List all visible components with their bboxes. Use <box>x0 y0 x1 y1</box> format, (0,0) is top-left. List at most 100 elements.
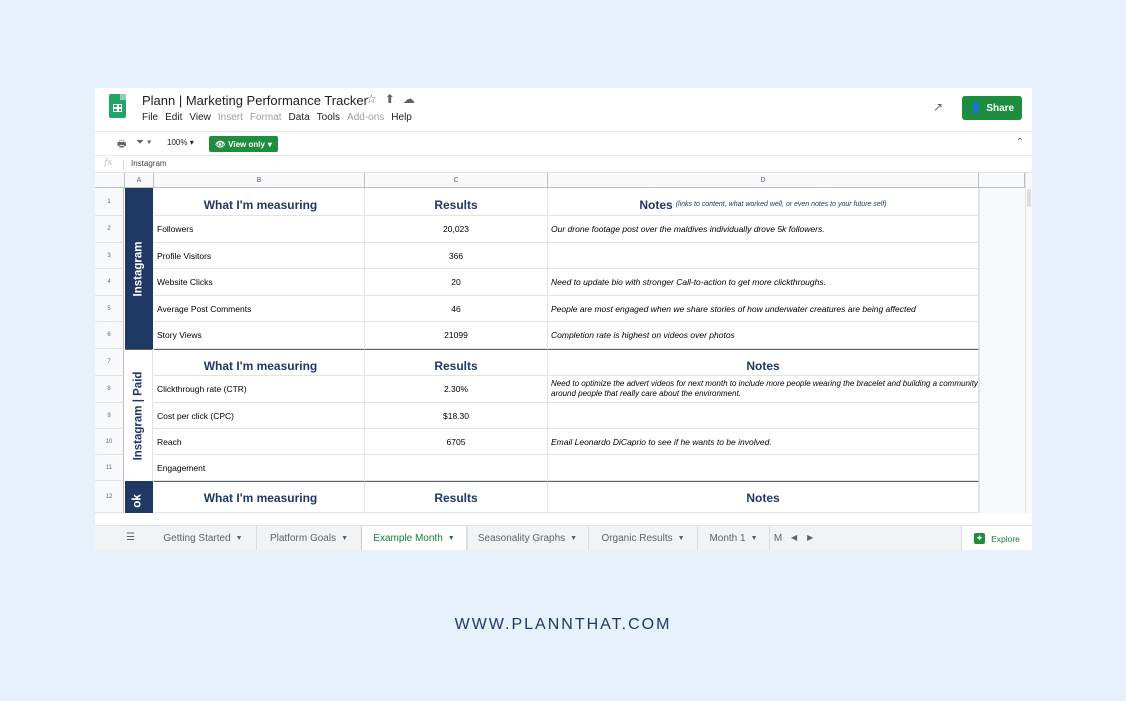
chevron-down-icon: ▼ <box>235 535 243 542</box>
header-measure[interactable]: What I'm measuring <box>154 481 365 513</box>
row-header[interactable]: 2 <box>95 216 124 243</box>
tab-getting-started[interactable]: Getting Started ▼ <box>150 526 257 550</box>
toolbar: 🖶 ⏷ ▾ 100% ▾ 👁 View only ▾ ⌃ <box>95 131 1032 156</box>
row-header[interactable]: 8 <box>95 376 124 403</box>
collapse-menus-icon[interactable]: ⌃ <box>1016 137 1024 148</box>
title-bar: Plann | Marketing Performance Tracker ☆ … <box>95 88 1032 130</box>
row-header[interactable]: 6 <box>95 322 124 349</box>
tab-seasonality-graphs[interactable]: Seasonality Graphs ▼ <box>467 526 589 550</box>
tab-truncated[interactable]: M <box>770 526 786 550</box>
measure-cell[interactable]: Cost per click (CPC) <box>154 403 365 429</box>
header-measure[interactable]: What I'm measuring <box>154 188 365 216</box>
note-cell[interactable]: People are most engaged when we share st… <box>548 296 979 322</box>
view-only-button[interactable]: 👁 View only ▾ <box>209 136 278 152</box>
all-sheets-icon[interactable]: ☰ <box>126 532 135 543</box>
header-results[interactable]: Results <box>365 349 548 376</box>
formula-input[interactable]: Instagram <box>131 159 167 168</box>
menu-data[interactable]: Data <box>289 112 310 123</box>
menu-tools[interactable]: Tools <box>317 112 340 123</box>
move-icon[interactable]: ⬆ <box>385 92 395 106</box>
result-cell[interactable]: 20,023 <box>365 216 548 243</box>
row-header[interactable]: 7 <box>95 349 124 376</box>
menu-view[interactable]: View <box>189 112 211 123</box>
measure-cell[interactable]: Average Post Comments <box>154 296 365 322</box>
note-cell[interactable] <box>548 403 979 429</box>
measure-cell[interactable]: Engagement <box>154 455 365 481</box>
column-header-d[interactable]: D <box>548 173 979 188</box>
row-header[interactable]: 9 <box>95 403 124 429</box>
filter-icon[interactable]: ⏷ ▾ <box>136 137 152 148</box>
row-header[interactable]: 11 <box>95 455 124 481</box>
result-cell[interactable] <box>365 455 548 481</box>
section-label-instagram[interactable]: Instagram <box>125 188 153 349</box>
note-cell[interactable]: Need to update bio with stronger Call-to… <box>548 269 979 296</box>
print-icon[interactable]: 🖶 <box>117 137 126 154</box>
spreadsheet-window: Plann | Marketing Performance Tracker ☆ … <box>95 88 1032 550</box>
note-cell[interactable]: Need to optimize the advert videos for n… <box>548 376 979 403</box>
section-label-next[interactable]: ok <box>125 481 153 513</box>
column-header-a[interactable]: A <box>125 173 154 188</box>
result-cell[interactable]: 20 <box>365 269 548 296</box>
document-title[interactable]: Plann | Marketing Performance Tracker <box>142 93 368 108</box>
activity-trend-icon[interactable]: ↗ <box>933 100 943 114</box>
view-only-label: View only <box>228 139 265 149</box>
header-notes[interactable]: Notes (links to content, what worked wel… <box>548 188 979 216</box>
measure-cell[interactable]: Profile Visitors <box>154 243 365 269</box>
row-header[interactable]: 4 <box>95 269 124 296</box>
result-cell[interactable]: 46 <box>365 296 548 322</box>
menu-file[interactable]: File <box>142 112 158 123</box>
row-header[interactable]: 10 <box>95 429 124 455</box>
share-label: Share <box>986 102 1015 114</box>
scroll-right-icon[interactable]: ▶ <box>807 533 813 542</box>
select-all-corner[interactable] <box>95 173 125 188</box>
header-results[interactable]: Results <box>365 481 548 513</box>
measure-cell[interactable]: Story Views <box>154 322 365 349</box>
vertical-scrollbar[interactable] <box>1025 173 1032 513</box>
note-cell[interactable]: Our drone footage post over the maldives… <box>548 216 979 243</box>
measure-cell[interactable]: Website Clicks <box>154 269 365 296</box>
column-header-c[interactable]: C <box>365 173 548 188</box>
header-measure[interactable]: What I'm measuring <box>154 349 365 376</box>
scroll-left-icon[interactable]: ◀ <box>791 533 797 542</box>
tab-example-month[interactable]: Example Month ▼ <box>362 526 467 550</box>
tab-platform-goals[interactable]: Platform Goals ▼ <box>257 526 362 550</box>
explore-icon: ✦ <box>974 533 986 544</box>
result-cell[interactable]: 366 <box>365 243 548 269</box>
tab-month-1[interactable]: Month 1 ▼ <box>698 526 770 550</box>
row-header[interactable]: 3 <box>95 243 124 269</box>
zoom-select[interactable]: 100% ▾ <box>167 138 194 147</box>
note-cell[interactable]: Completion rate is highest on videos ove… <box>548 322 979 349</box>
tab-organic-results[interactable]: Organic Results ▼ <box>589 526 698 550</box>
zoom-value: 100% <box>167 138 188 147</box>
measure-cell[interactable]: Clickthrough rate (CTR) <box>154 376 365 403</box>
menu-help[interactable]: Help <box>391 112 412 123</box>
result-cell[interactable]: 21099 <box>365 322 548 349</box>
header-notes[interactable]: Notes <box>548 481 979 513</box>
row-header[interactable]: 5 <box>95 296 124 322</box>
footer-website: WWW.PLANNTHAT.COM <box>454 616 672 633</box>
star-icon[interactable]: ☆ <box>366 92 377 106</box>
measure-cell[interactable]: Followers <box>154 216 365 243</box>
chevron-down-icon: ▼ <box>447 535 455 542</box>
menu-edit[interactable]: Edit <box>165 112 182 123</box>
note-cell[interactable] <box>548 455 979 481</box>
result-cell[interactable]: $18.30 <box>365 403 548 429</box>
row-header[interactable]: 12 <box>95 481 124 513</box>
header-notes[interactable]: Notes <box>548 349 979 376</box>
column-header-b[interactable]: B <box>154 173 365 188</box>
result-cell[interactable]: 2.30% <box>365 376 548 403</box>
header-results[interactable]: Results <box>365 188 548 216</box>
note-cell[interactable]: Email Leonardo DiCaprio to see if he wan… <box>548 429 979 455</box>
result-cell[interactable]: 6705 <box>365 429 548 455</box>
row-header[interactable]: 1 <box>95 188 124 216</box>
menu-add-ons: Add-ons <box>347 112 385 123</box>
cloud-status-icon[interactable]: ☁ <box>403 92 415 106</box>
fx-icon: fx <box>104 158 113 168</box>
note-cell[interactable] <box>548 243 979 269</box>
sheets-logo-icon[interactable] <box>109 94 126 118</box>
measure-cell[interactable]: Reach <box>154 429 365 455</box>
share-button[interactable]: 👤 Share <box>962 96 1022 120</box>
section-label-instagram-paid[interactable]: Instagram | Paid <box>125 349 153 481</box>
scrollbar-thumb[interactable] <box>1027 189 1031 207</box>
explore-button[interactable]: ✦ Explore <box>961 526 1032 550</box>
